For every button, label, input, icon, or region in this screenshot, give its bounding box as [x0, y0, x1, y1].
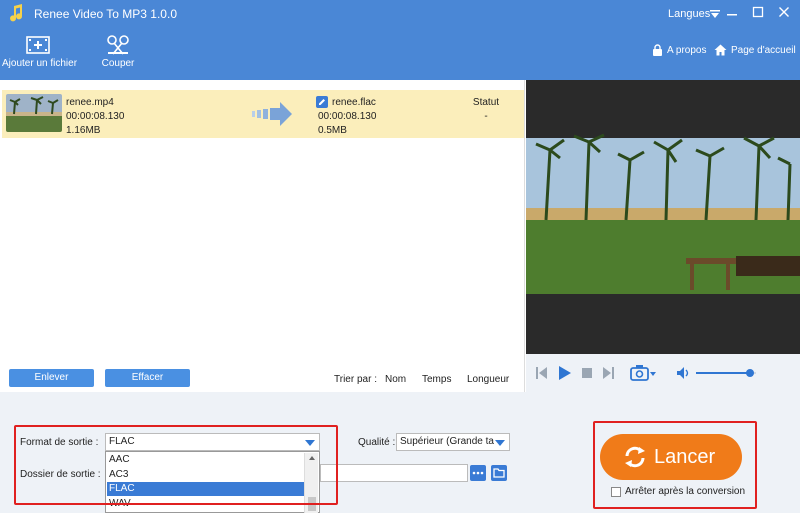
language-caret-icon[interactable] — [710, 10, 720, 18]
cut-button[interactable]: Couper — [96, 28, 140, 80]
open-folder-button[interactable] — [491, 465, 507, 481]
language-menu[interactable]: Langues — [668, 8, 710, 20]
about-link[interactable]: A propos — [652, 44, 706, 56]
music-note-icon — [10, 4, 23, 22]
app-title: Renee Video To MP3 1.0.0 — [34, 7, 177, 21]
browse-button[interactable] — [470, 465, 486, 481]
status-header: Statut — [472, 97, 500, 108]
volume-slider[interactable] — [696, 369, 756, 377]
player-controls — [526, 354, 800, 392]
volume-icon[interactable] — [676, 366, 692, 380]
volume-fill — [696, 372, 750, 374]
quality-value: Supérieur (Grande ta — [400, 436, 494, 447]
output-info: renee.flac 00:00:08.130 0.5MB — [318, 96, 376, 138]
video-thumbnail — [6, 94, 62, 132]
status-value: - — [484, 111, 488, 122]
remove-button[interactable]: Enlever — [9, 369, 94, 387]
refresh-icon — [625, 446, 645, 468]
add-file-button[interactable]: Ajouter un fichier — [2, 28, 78, 80]
sort-by-name[interactable]: Nom — [385, 374, 406, 385]
source-info: renee.mp4 00:00:08.130 1.16MB — [66, 96, 124, 138]
sort-label: Trier par : — [334, 374, 377, 385]
source-filename: renee.mp4 — [66, 97, 114, 108]
chevron-down-icon — [495, 440, 505, 446]
quality-select[interactable]: Supérieur (Grande ta — [396, 433, 510, 451]
output-size: 0.5MB — [318, 125, 347, 136]
home-icon — [714, 44, 727, 56]
close-button[interactable] — [777, 6, 791, 20]
camera-icon[interactable] — [630, 364, 656, 382]
convert-arrow-icon — [252, 102, 292, 126]
home-link[interactable]: Page d'accueil — [714, 44, 796, 56]
about-label: A propos — [667, 44, 707, 56]
output-duration: 00:00:08.130 — [318, 111, 377, 122]
scissors-icon — [107, 35, 129, 55]
maximize-icon — [752, 6, 764, 18]
file-row[interactable]: renee.mp4 00:00:08.130 1.16MB renee.flac… — [2, 90, 524, 138]
cut-label: Couper — [101, 58, 135, 69]
quality-label: Qualité : — [358, 437, 396, 448]
sort-by-time[interactable]: Temps — [422, 374, 451, 385]
next-icon[interactable] — [602, 366, 614, 380]
previous-icon[interactable] — [536, 366, 548, 380]
file-list: renee.mp4 00:00:08.130 1.16MB renee.flac… — [0, 80, 525, 392]
stop-after-label: Arrêter après la conversion — [625, 486, 746, 497]
lock-icon — [653, 44, 662, 56]
launch-label: Lancer — [654, 446, 716, 468]
maximize-button[interactable] — [751, 6, 765, 20]
minimize-icon — [727, 14, 737, 16]
play-icon[interactable] — [558, 365, 572, 381]
volume-knob[interactable] — [746, 369, 754, 377]
more-icon — [472, 471, 484, 475]
toolbar: Ajouter un fichier Couper A propos Page … — [0, 28, 800, 80]
source-duration: 00:00:08.130 — [66, 111, 125, 122]
clear-button[interactable]: Effacer — [105, 369, 190, 387]
stop-icon[interactable] — [582, 368, 592, 378]
add-file-label: Ajouter un fichier — [2, 58, 78, 69]
source-size: 1.16MB — [66, 125, 101, 136]
add-video-icon — [26, 36, 50, 54]
title-bar: Renee Video To MP3 1.0.0 Langues — [0, 0, 800, 28]
video-preview — [526, 80, 800, 354]
minimize-button[interactable] — [725, 6, 739, 20]
format-annotation-box — [14, 425, 338, 505]
stop-after-checkbox[interactable] — [611, 487, 621, 497]
sort-by-length[interactable]: Longueur — [467, 374, 509, 385]
close-icon — [779, 7, 789, 17]
launch-button[interactable]: Lancer — [600, 434, 742, 480]
status-column: Statut - — [472, 96, 500, 124]
home-label: Page d'accueil — [731, 44, 796, 56]
output-filename[interactable]: renee.flac — [318, 96, 376, 110]
folder-icon — [493, 468, 505, 478]
folder-field[interactable] — [320, 464, 468, 482]
